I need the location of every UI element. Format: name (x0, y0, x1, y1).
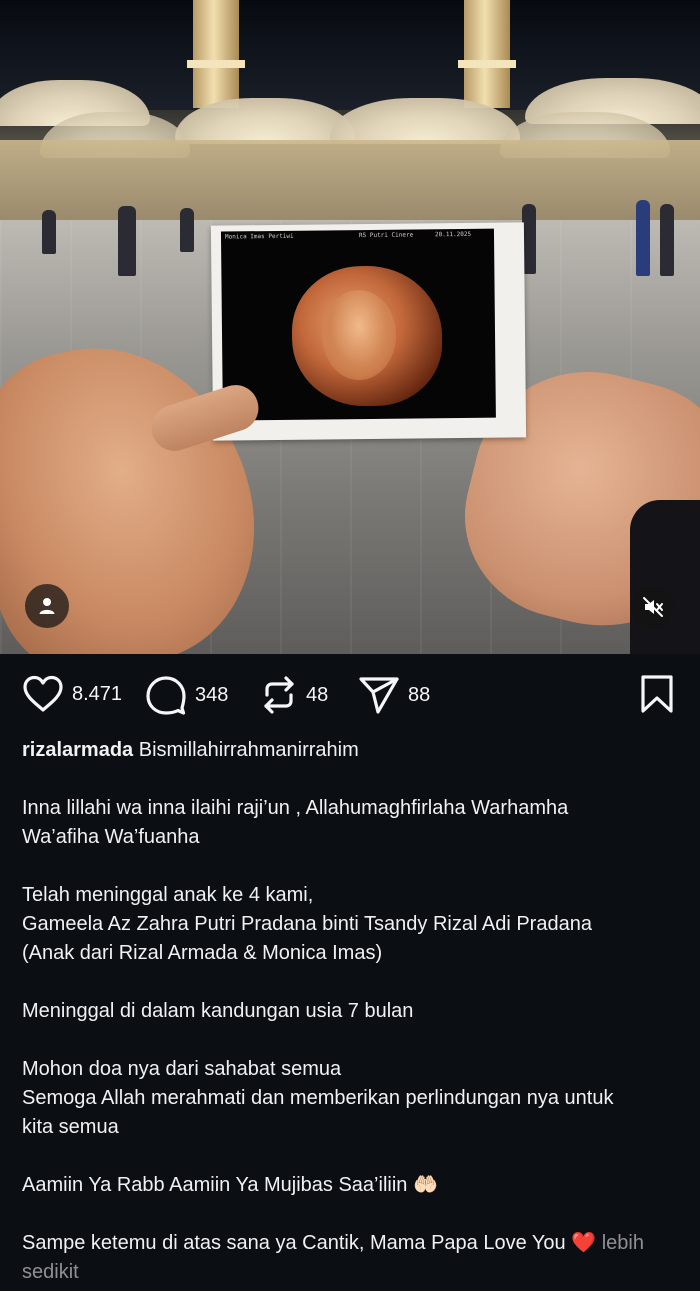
author-username[interactable]: rizalarmada (22, 739, 133, 761)
caption-text: Mohon doa nya dari sahabat semua (22, 1058, 342, 1080)
caption-text: Semoga Allah merahmati dan memberikan pe… (22, 1087, 614, 1109)
caption-text: kita semua (22, 1116, 119, 1138)
caption-line-prayer: Aamiin Ya Rabb Aamiin Ya Mujibas Saa’ili… (22, 1171, 682, 1200)
person-silhouette (42, 210, 56, 254)
red-heart-emoji: ❤️ (571, 1232, 597, 1254)
person-silhouette (180, 208, 194, 252)
caption-text: Bismillahirrahmanirrahim (138, 739, 359, 761)
see-more-link[interactable]: lebih (602, 1232, 644, 1254)
ultrasound-baby-face (321, 289, 397, 381)
ultrasound-header-left: Monica Imas Pertiwi (224, 232, 294, 241)
repost-button[interactable]: 48 (260, 675, 328, 715)
post-caption: rizalarmada Bismillahirrahmanirrahim Inn… (22, 736, 682, 1287)
repost-icon (264, 676, 294, 714)
caption-text: (Anak dari Rizal Armada & Monica Imas) (22, 942, 383, 964)
speaker-muted-icon (643, 597, 663, 617)
praying-hands-emoji: 🤲🏻 (412, 1174, 438, 1196)
caption-first-line: rizalarmada Bismillahirrahmanirrahim (22, 736, 682, 765)
post-media[interactable]: Monica Imas Pertiwi RS Putri Cinere 20.1… (0, 0, 700, 654)
caption-text: Inna lillahi wa inna ilaihi raji’un , Al… (22, 797, 569, 819)
heart-icon (23, 675, 63, 712)
tagged-users-button[interactable] (25, 584, 69, 628)
share-button[interactable]: 88 (358, 675, 430, 715)
jacket-sleeve (630, 500, 700, 654)
comment-button[interactable]: 348 (145, 675, 228, 715)
caption-text: Aamiin Ya Rabb Aamiin Ya Mujibas Saa’ili… (22, 1174, 408, 1196)
like-button[interactable]: 8.471 (22, 675, 122, 713)
person-silhouette (118, 206, 136, 276)
ultrasound-image: Monica Imas Pertiwi RS Putri Cinere 20.1… (220, 228, 496, 421)
mosque-arcade (0, 140, 700, 220)
caption-text: Gameela Az Zahra Putri Pradana binti Tsa… (22, 913, 592, 935)
ultrasound-header-right: 20.11.2025 (434, 230, 472, 239)
mute-toggle-button[interactable] (632, 586, 674, 628)
minaret-right (458, 0, 516, 108)
person-silhouette (660, 204, 674, 276)
caption-text: Meninggal di dalam kandungan usia 7 bula… (22, 1000, 414, 1022)
repost-count: 48 (306, 683, 329, 706)
save-button[interactable] (639, 674, 675, 719)
ultrasound-header-mid: RS Putri Cinere (358, 231, 414, 240)
caption-text: Sampe ketemu di atas sana ya Cantik, Mam… (22, 1232, 566, 1254)
post-action-bar: 8.471 348 48 88 (0, 665, 700, 725)
caption-text: Wa’afiha Wa’fuanha (22, 826, 200, 848)
send-icon (359, 677, 399, 714)
comment-bubble-icon (146, 676, 186, 715)
share-count: 88 (408, 683, 431, 706)
caption-line-more: sedikit (22, 1258, 682, 1287)
like-count: 8.471 (72, 682, 123, 705)
bookmark-icon (641, 675, 673, 713)
caption-line-final: Sampe ketemu di atas sana ya Cantik, Mam… (22, 1229, 682, 1258)
minaret-left (187, 0, 245, 108)
comment-count: 348 (195, 683, 229, 706)
see-more-link-continued[interactable]: sedikit (22, 1261, 79, 1283)
user-icon (39, 598, 55, 614)
caption-text: Telah meninggal anak ke 4 kami, (22, 884, 314, 906)
person-silhouette (636, 200, 650, 276)
